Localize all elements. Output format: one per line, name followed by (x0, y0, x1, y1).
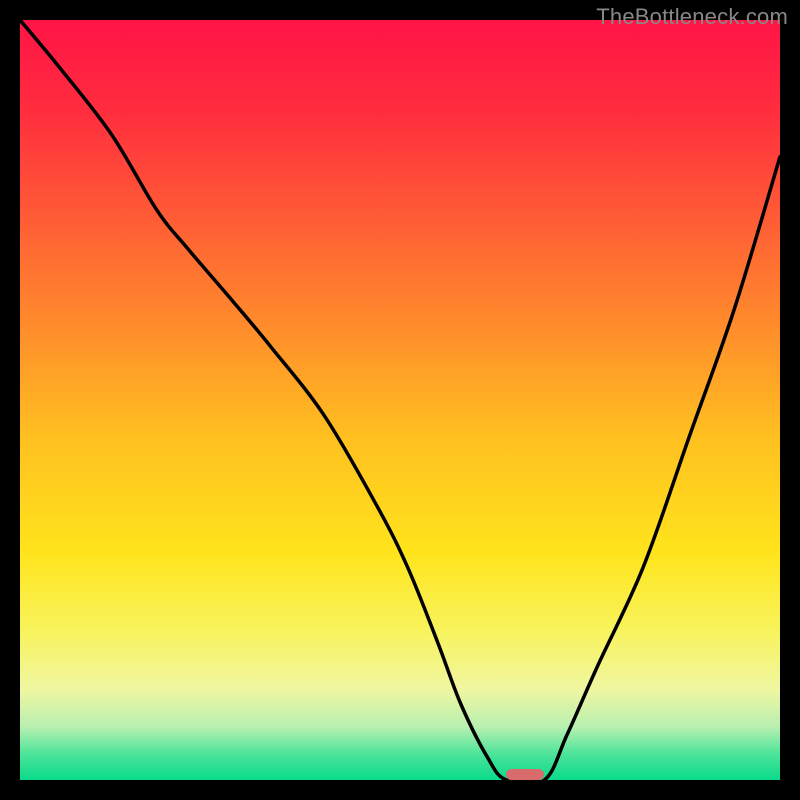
optimal-marker (506, 769, 544, 780)
chart-curve (20, 20, 780, 780)
watermark-text: TheBottleneck.com (596, 4, 788, 30)
chart-plot-area (20, 20, 780, 780)
chart-container: TheBottleneck.com (0, 0, 800, 800)
